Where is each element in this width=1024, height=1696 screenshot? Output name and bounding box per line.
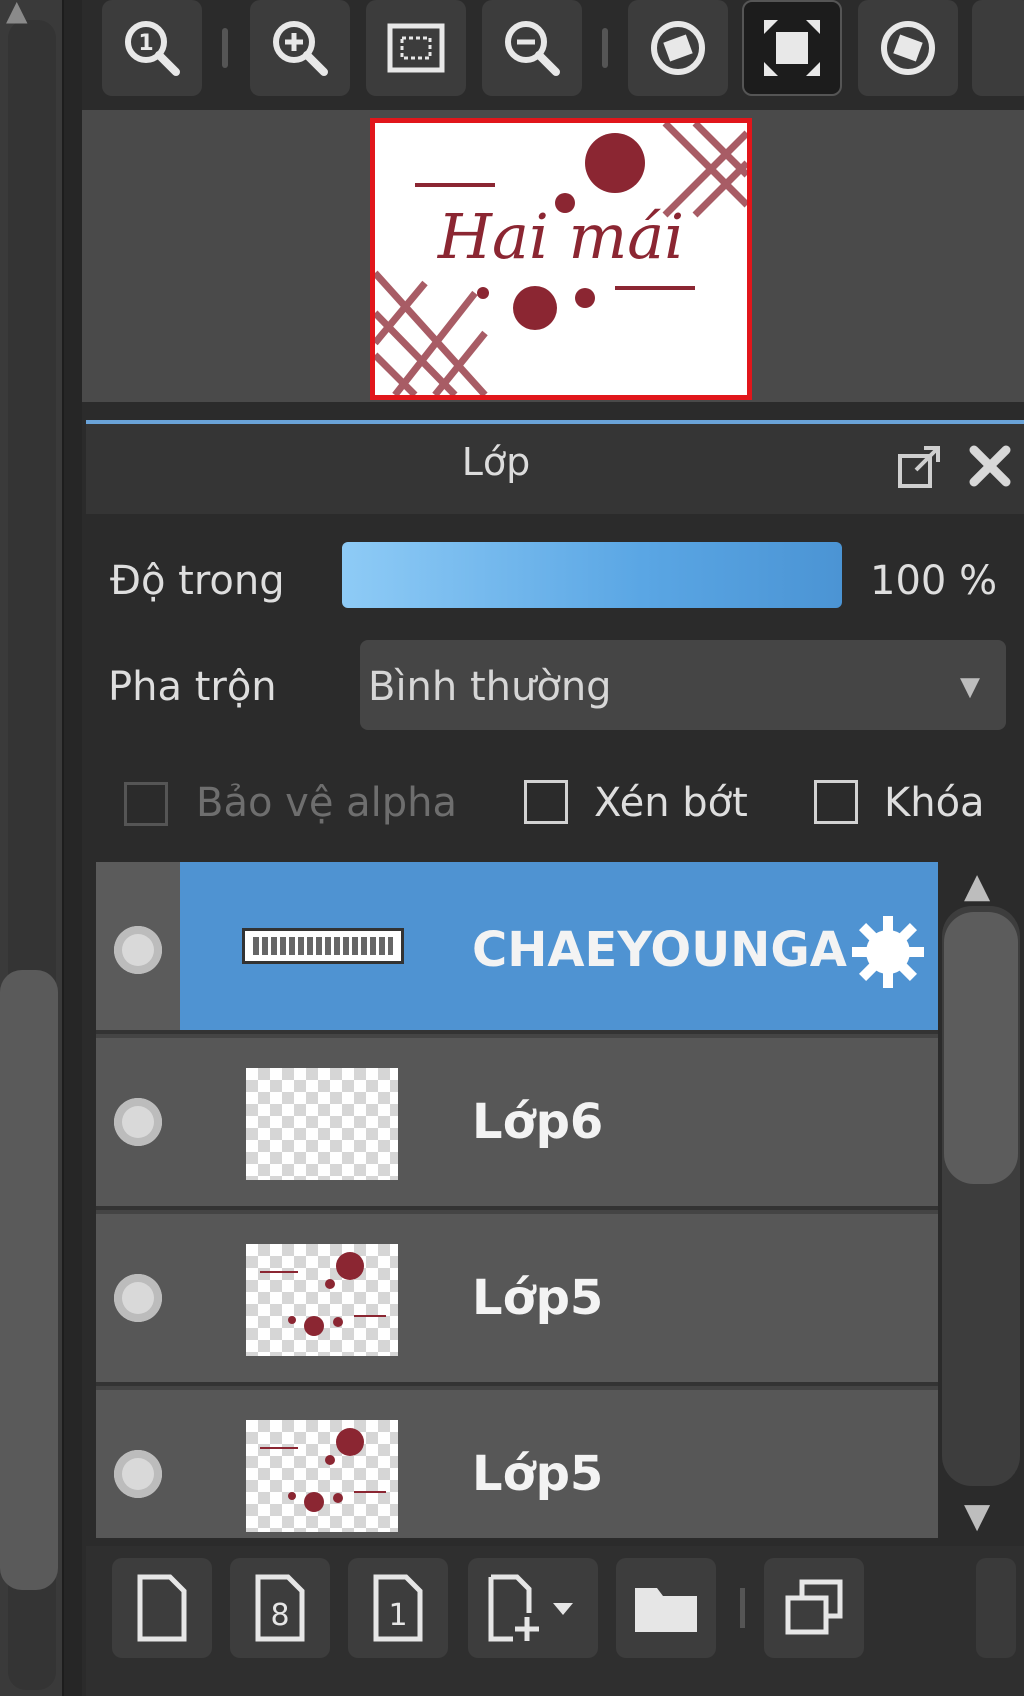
svg-text:1: 1 (138, 31, 153, 56)
visibility-toggle-icon[interactable] (114, 926, 162, 974)
layer-name: Lớp5 (472, 1446, 604, 1502)
svg-text:1: 1 (388, 1598, 407, 1633)
artwork-preview: Hai mái (375, 123, 747, 395)
left-scroll-thumb[interactable] (0, 970, 58, 1590)
add-layer-icon (488, 1574, 573, 1642)
8bit-layer-icon: 8 (255, 1574, 305, 1642)
layer-panel-title: Lớp (461, 440, 531, 484)
dropdown-arrow-icon: ▼ (960, 672, 980, 702)
blend-mode-value: Bình thường (368, 664, 612, 710)
layer-name: CHAEYOUNGA (472, 922, 847, 978)
layer-list: CHAEYOUNGA Lớp6 Lớp5 Lớp5 (96, 862, 938, 1538)
popout-icon (898, 446, 940, 488)
rotate-right-icon (881, 21, 935, 75)
new-layer-button[interactable] (112, 1558, 212, 1658)
clipping-checkbox[interactable] (524, 780, 568, 824)
layer-name: Lớp5 (472, 1270, 604, 1326)
zoom-actual-button[interactable]: 1 (102, 0, 202, 96)
popout-button[interactable] (896, 444, 944, 496)
rotate-left-button[interactable] (628, 0, 728, 96)
opacity-slider[interactable] (342, 542, 842, 608)
duplicate-layer-button[interactable] (764, 1558, 864, 1658)
protect-alpha-label: Bảo vệ alpha (196, 780, 458, 826)
navigator-toolbar: 1 (82, 0, 1024, 100)
clipping-label: Xén bớt (594, 780, 748, 826)
add-layer-dropdown-button[interactable] (468, 1558, 598, 1658)
protect-alpha-checkbox[interactable] (124, 782, 168, 826)
1bit-layer-icon: 1 (373, 1574, 423, 1642)
layer-row[interactable]: Lớp5 (96, 1214, 938, 1386)
toolbar-separator (740, 1588, 745, 1628)
visibility-toggle-icon[interactable] (114, 1098, 162, 1146)
fit-screen-button[interactable] (366, 0, 466, 96)
scroll-up-icon[interactable]: ▲ (964, 866, 990, 906)
fullscreen-button[interactable] (742, 0, 842, 96)
visibility-toggle-icon[interactable] (114, 1450, 162, 1498)
new-1bit-layer-button[interactable]: 1 (348, 1558, 448, 1658)
toolbar-overflow-button[interactable] (976, 1558, 1016, 1658)
canvas-thumbnail[interactable]: Hai mái (370, 118, 752, 400)
panel-divider (62, 0, 84, 1696)
rotate-left-icon (651, 21, 705, 75)
toolbar-overflow-button[interactable] (972, 0, 1024, 96)
scroll-thumb[interactable] (944, 912, 1018, 1184)
new-page-icon (137, 1574, 187, 1642)
close-icon (969, 445, 1011, 487)
artwork-title: Hai mái (437, 200, 684, 273)
left-scroll-strip: ▲ (0, 0, 62, 1696)
fullscreen-icon (764, 20, 820, 76)
zoom-out-icon (505, 21, 560, 76)
toolbar-separator (222, 28, 228, 68)
layer-name: Lớp6 (472, 1094, 604, 1150)
layer-thumbnail (246, 1420, 398, 1532)
toolbar-separator (602, 28, 608, 68)
rotate-right-button[interactable] (858, 0, 958, 96)
blend-mode-label: Pha trộn (108, 664, 277, 710)
layer-thumbnail (246, 1068, 398, 1180)
zoom-in-icon (273, 21, 328, 76)
lock-label: Khóa (884, 780, 985, 826)
svg-text:8: 8 (270, 1598, 289, 1633)
zoom-actual-icon: 1 (125, 21, 180, 76)
new-folder-button[interactable] (616, 1558, 716, 1658)
close-panel-button[interactable] (968, 444, 1012, 492)
visibility-toggle-icon[interactable] (114, 1274, 162, 1322)
new-8bit-layer-button[interactable]: 8 (230, 1558, 330, 1658)
folder-icon (635, 1588, 697, 1632)
opacity-label: Độ trong (110, 558, 285, 604)
zoom-out-button[interactable] (482, 0, 582, 96)
scroll-up-arrow-icon[interactable]: ▲ (6, 0, 28, 27)
layer-thumbnail (246, 1244, 398, 1356)
duplicate-icon (785, 1579, 843, 1635)
fit-screen-icon (387, 23, 445, 73)
lock-checkbox[interactable] (814, 780, 858, 824)
layer-row[interactable]: CHAEYOUNGA (96, 862, 938, 1034)
scroll-down-icon[interactable]: ▼ (964, 1496, 990, 1536)
layer-row[interactable]: Lớp5 (96, 1390, 938, 1538)
layer-row[interactable]: Lớp6 (96, 1038, 938, 1210)
zoom-in-button[interactable] (250, 0, 350, 96)
layer-thumbnail (242, 928, 404, 964)
opacity-value: 100 % (870, 558, 998, 604)
text-layer-gear-icon (848, 912, 928, 996)
